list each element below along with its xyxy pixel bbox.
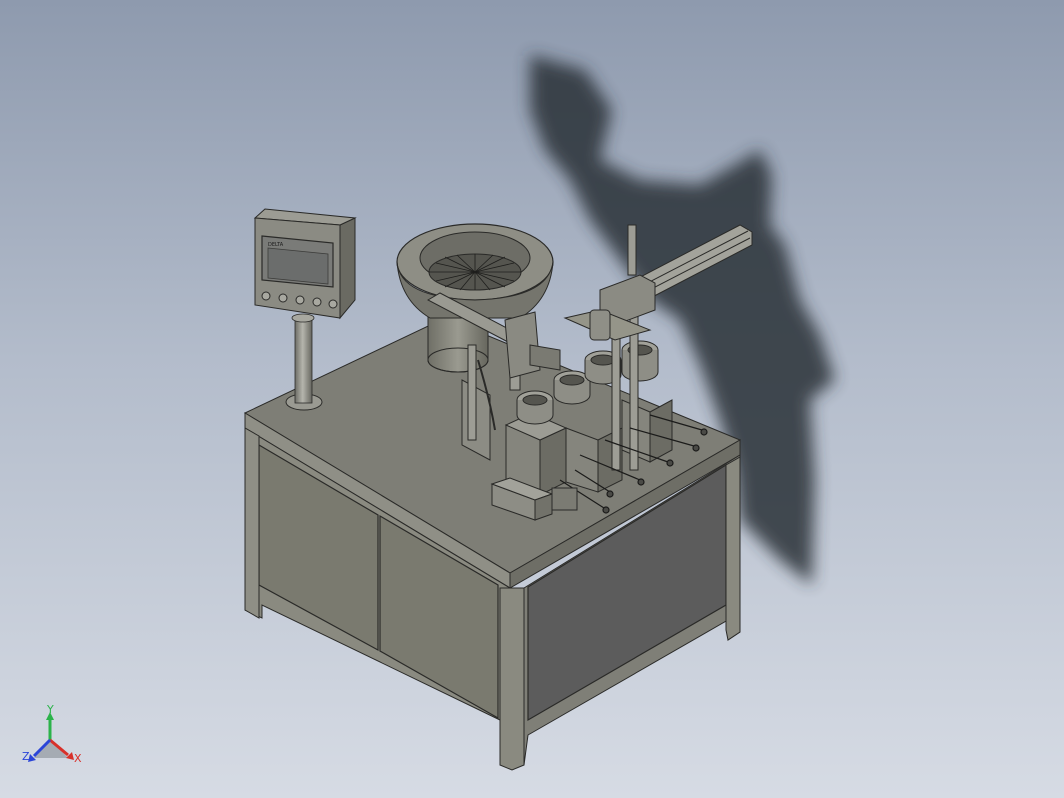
vertical-rail-1 — [467, 344, 477, 441]
leg-right — [725, 456, 741, 641]
machine-table[interactable] — [243, 317, 742, 771]
cad-viewport[interactable]: DELTA Y X Z — [0, 0, 1064, 798]
pusher-cylinder — [589, 309, 611, 341]
hmi-enclosure-side — [339, 217, 356, 320]
gantry-post-1 — [627, 224, 637, 276]
hmi-button-1[interactable] — [261, 291, 271, 301]
assembly-scene[interactable]: DELTA Y X Z — [0, 0, 1064, 798]
leg-left — [244, 427, 260, 619]
hmi-button-5[interactable] — [328, 299, 338, 309]
actuator-block — [504, 311, 541, 379]
hmi-brand-label: DELTA — [268, 242, 284, 248]
triad-x-label: X — [74, 752, 82, 765]
coordinate-triad: Y X Z — [22, 703, 82, 765]
triad-z-label: Z — [22, 750, 30, 763]
leg-front — [499, 587, 525, 771]
hmi-button-2[interactable] — [278, 293, 288, 303]
hmi-button-3[interactable] — [295, 295, 305, 305]
post-column — [294, 317, 313, 404]
actuator-bracket — [529, 344, 561, 371]
triad-y-label: Y — [46, 703, 54, 716]
hmi-screen-display[interactable] — [267, 247, 329, 285]
motor-coupling — [551, 487, 578, 511]
hmi-button-4[interactable] — [312, 297, 322, 307]
